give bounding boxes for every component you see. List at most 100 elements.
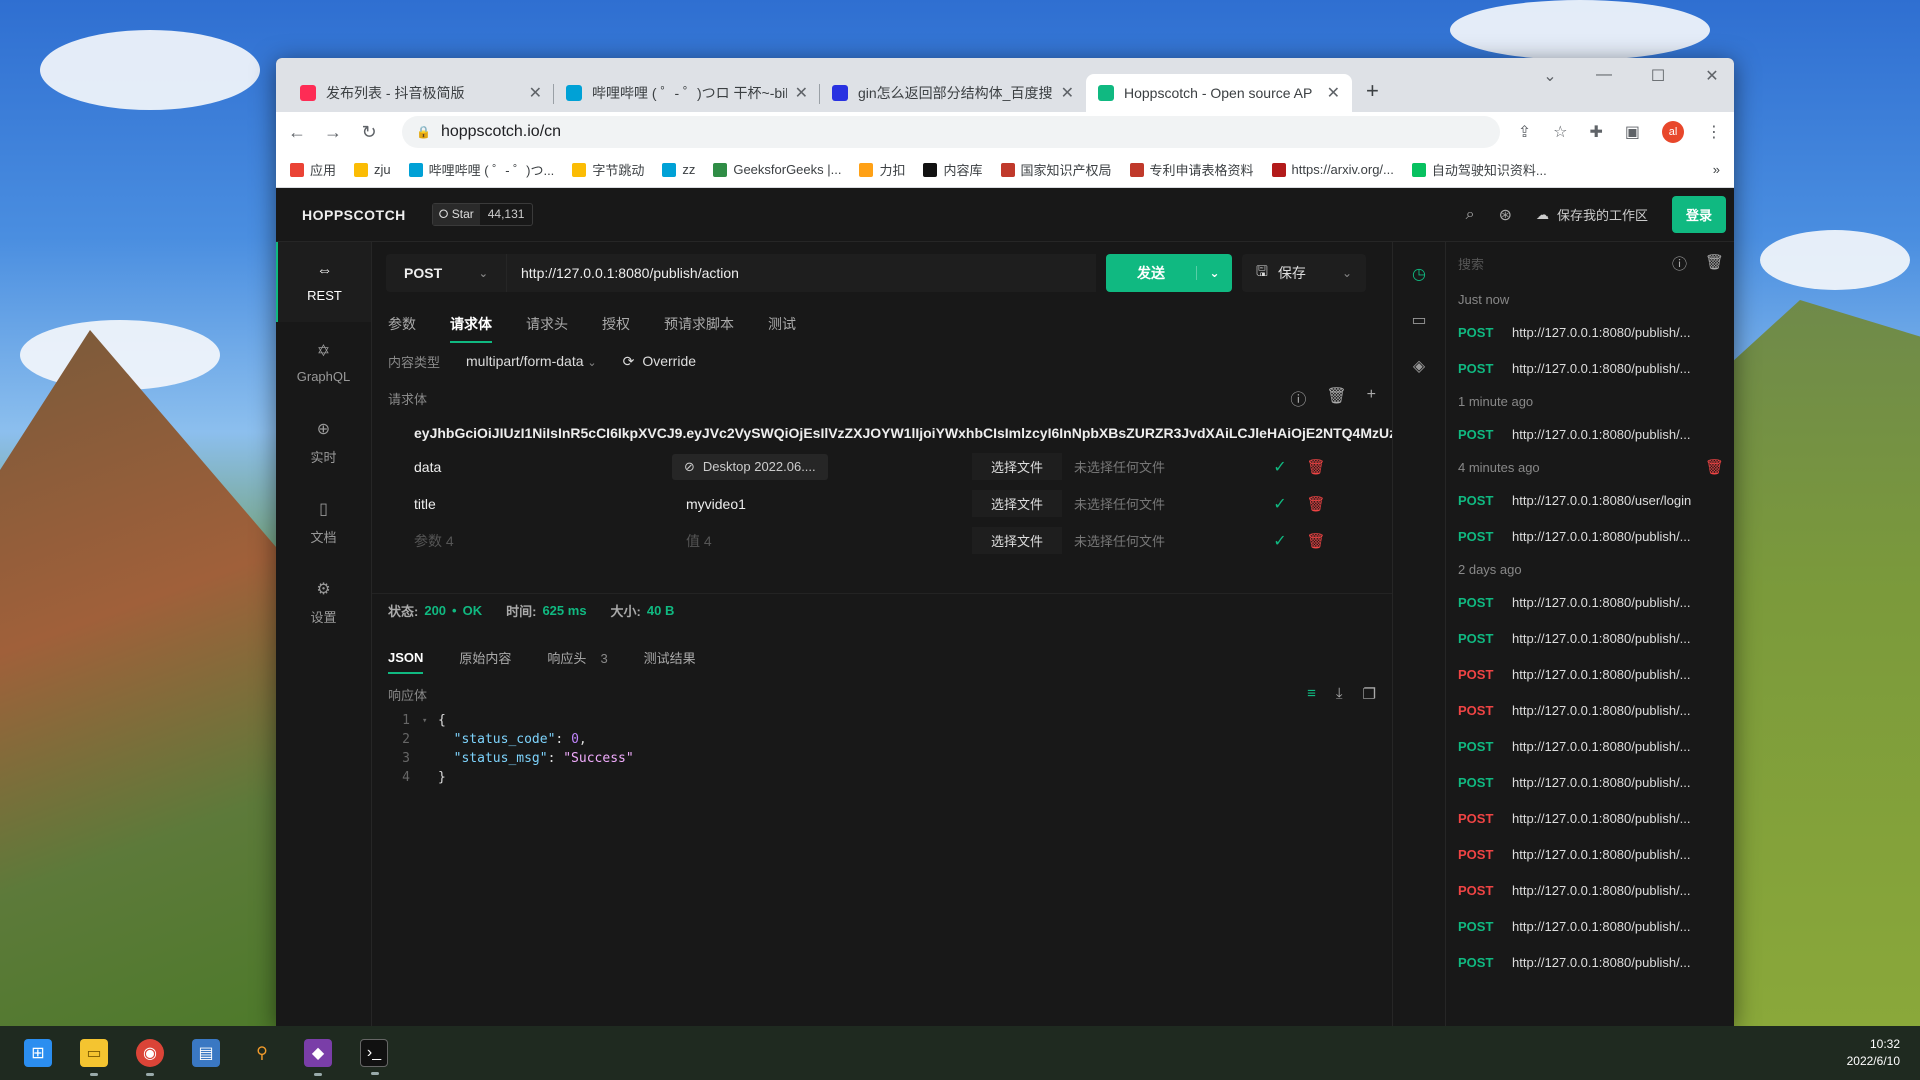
sidebar-item-gear[interactable]: ⚙ 设置 [276,562,371,642]
enabled-check-icon[interactable]: ✓ [1262,494,1298,514]
browser-tab[interactable]: 哔哩哔哩 ( ゜- ゜)つロ 干杯~-bili ✕ [554,74,820,112]
bookmark-item[interactable]: zz [662,162,695,177]
extensions-icon[interactable]: ✚ [1589,122,1602,142]
history-item[interactable]: POST http://127.0.0.1:8080/publish/... [1458,872,1724,908]
delete-field-icon[interactable]: 🗑 [1298,495,1334,513]
response-tab[interactable]: 原始内容 [459,648,511,667]
help-icon[interactable]: ⓘ [1672,253,1687,274]
clear-all-icon[interactable]: 🗑 [1326,386,1346,410]
request-subtab[interactable]: 测试 [768,314,796,334]
delete-group-icon[interactable]: 🗑 [1705,458,1724,476]
profile-avatar[interactable]: al [1662,121,1684,143]
tab-search-icon[interactable]: ⌄ [1538,66,1562,86]
history-item[interactable]: POST http://127.0.0.1:8080/publish/... [1458,656,1724,692]
minimize-button[interactable]: — [1592,66,1616,86]
browser-tab[interactable]: Hoppscotch - Open source AP ✕ [1086,74,1352,112]
search-app-icon[interactable]: ⚲ [248,1039,276,1067]
start-windows-icon[interactable]: ⊞ [24,1039,52,1067]
save-request-button[interactable]: 🖫 保存 ⌄ [1242,254,1366,292]
send-options-chevron-icon[interactable]: ⌄ [1196,266,1232,280]
history-item[interactable]: POST http://127.0.0.1:8080/publish/... [1458,314,1724,350]
fold-arrow-icon[interactable]: ▾ [422,716,438,726]
login-button[interactable]: 登录 [1671,196,1726,233]
tab-close-icon[interactable]: ✕ [1327,83,1340,103]
history-item[interactable]: POST http://127.0.0.1:8080/publish/... [1458,908,1724,944]
file-explorer-icon[interactable]: ▭ [80,1039,108,1076]
enabled-check-icon[interactable]: ✓ [1262,457,1298,477]
copy-icon[interactable]: ❐ [1363,685,1376,703]
help-icon[interactable]: ⓘ [1290,386,1306,410]
bookmarks-more-icon[interactable]: » [1713,162,1720,177]
history-item[interactable]: POST http://127.0.0.1:8080/publish/... [1458,692,1724,728]
send-button[interactable]: 发送 ⌄ [1106,254,1232,292]
photos-icon[interactable]: ▤ [192,1039,220,1067]
tab-close-icon[interactable]: ✕ [795,83,808,103]
new-tab-button[interactable]: + [1366,78,1379,104]
body-raw-token[interactable]: eyJhbGciOiJIUzI1NiIsInR5cCI6IkpXVCJ9.eyJ… [372,418,1392,448]
history-item[interactable]: POST http://127.0.0.1:8080/publish/... [1458,944,1724,980]
sidebar-item-book[interactable]: ▯ 文档 [276,482,371,562]
bookmark-star-icon[interactable]: ☆ [1553,122,1567,142]
file-chip[interactable]: ⊘ Desktop 2022.06.... [672,453,828,480]
choose-file-button[interactable]: 选择文件 [972,490,1062,517]
tab-close-icon[interactable]: ✕ [529,83,542,103]
search-icon[interactable]: ⌕ [1466,206,1475,224]
sidepanel-icon[interactable]: ▣ [1625,122,1640,142]
save-options-chevron-icon[interactable]: ⌄ [1342,266,1352,280]
request-url-input[interactable]: http://127.0.0.1:8080/publish/action [506,254,1096,292]
bookmark-item[interactable]: 哔哩哔哩 ( ゜- ゜)つ... [408,160,554,179]
bookmark-item[interactable]: GeeksforGeeks |... [713,162,841,177]
history-item[interactable]: POST http://127.0.0.1:8080/publish/... [1458,518,1724,554]
browser-menu-icon[interactable]: ⋮ [1706,122,1722,142]
bookmark-item[interactable]: zju [354,162,391,177]
system-clock[interactable]: 10:32 2022/6/10 [1847,1036,1900,1070]
tab-close-icon[interactable]: ✕ [1061,83,1074,103]
save-workspace-button[interactable]: ☁ 保存我的工作区 [1536,205,1648,224]
history-item[interactable]: POST http://127.0.0.1:8080/user/login [1458,482,1724,518]
request-subtab[interactable]: 请求体 [450,314,492,343]
bookmark-item[interactable]: 内容库 [923,160,983,179]
download-icon[interactable]: ⤓ [1336,685,1343,703]
bookmark-item[interactable]: 应用 [290,160,336,179]
bookmark-item[interactable]: 专利申请表格资料 [1129,160,1254,179]
back-icon[interactable]: ← [288,122,306,143]
history-item[interactable]: POST http://127.0.0.1:8080/publish/... [1458,836,1724,872]
response-tab[interactable]: 测试结果 [644,648,696,667]
sidebar-item-graphql[interactable]: ✡ GraphQL [276,322,371,402]
history-item[interactable]: POST http://127.0.0.1:8080/publish/... [1458,764,1724,800]
clear-history-icon[interactable]: 🗑 [1705,253,1724,274]
enabled-check-icon[interactable]: ✓ [1262,531,1298,551]
method-select[interactable]: POST ⌄ [386,254,506,292]
history-item[interactable]: POST http://127.0.0.1:8080/publish/... [1458,800,1724,836]
delete-field-icon[interactable]: 🗑 [1298,458,1334,476]
close-window-button[interactable]: ✕ [1700,66,1724,86]
request-subtab[interactable]: 预请求脚本 [664,314,734,334]
forward-icon[interactable]: → [324,122,342,143]
collections-folder-icon[interactable]: ▭ [1411,310,1426,330]
field-key-input[interactable]: data [372,459,672,475]
browser-tab[interactable]: 发布列表 - 抖音极简版 ✕ [288,74,554,112]
wrap-lines-icon[interactable]: ≡ [1307,685,1316,703]
bookmark-item[interactable]: 国家知识产权局 [1000,160,1112,179]
override-button[interactable]: ⟳ Override [623,353,696,370]
goland-icon[interactable]: ◆ [304,1039,332,1076]
github-star-button[interactable]: ⭘ Star 44,131 [431,203,534,226]
terminal-icon[interactable]: ›_ [360,1039,388,1075]
history-search-input[interactable]: 搜索 [1458,254,1484,273]
history-item[interactable]: POST http://127.0.0.1:8080/publish/... [1458,584,1724,620]
response-tab[interactable]: JSON [388,650,424,674]
history-item[interactable]: POST http://127.0.0.1:8080/publish/... [1458,350,1724,386]
choose-file-button[interactable]: 选择文件 [972,527,1062,554]
maximize-button[interactable]: ☐ [1646,66,1670,86]
request-subtab[interactable]: 参数 [388,314,416,334]
environments-layers-icon[interactable]: ◈ [1413,356,1425,376]
sidebar-item-link[interactable]: ⇔ REST [276,242,371,322]
field-value-input[interactable]: 值 4 [672,531,972,551]
delete-field-icon[interactable]: 🗑 [1298,532,1334,550]
add-param-icon[interactable]: + [1367,386,1376,410]
app-logo[interactable]: HOPPSCOTCH [302,207,406,223]
request-subtab[interactable]: 请求头 [526,314,568,334]
chrome-icon[interactable]: ◉ [136,1039,164,1076]
bookmark-item[interactable]: https://arxiv.org/... [1271,162,1394,177]
browser-tab[interactable]: gin怎么返回部分结构体_百度搜 ✕ [820,74,1086,112]
